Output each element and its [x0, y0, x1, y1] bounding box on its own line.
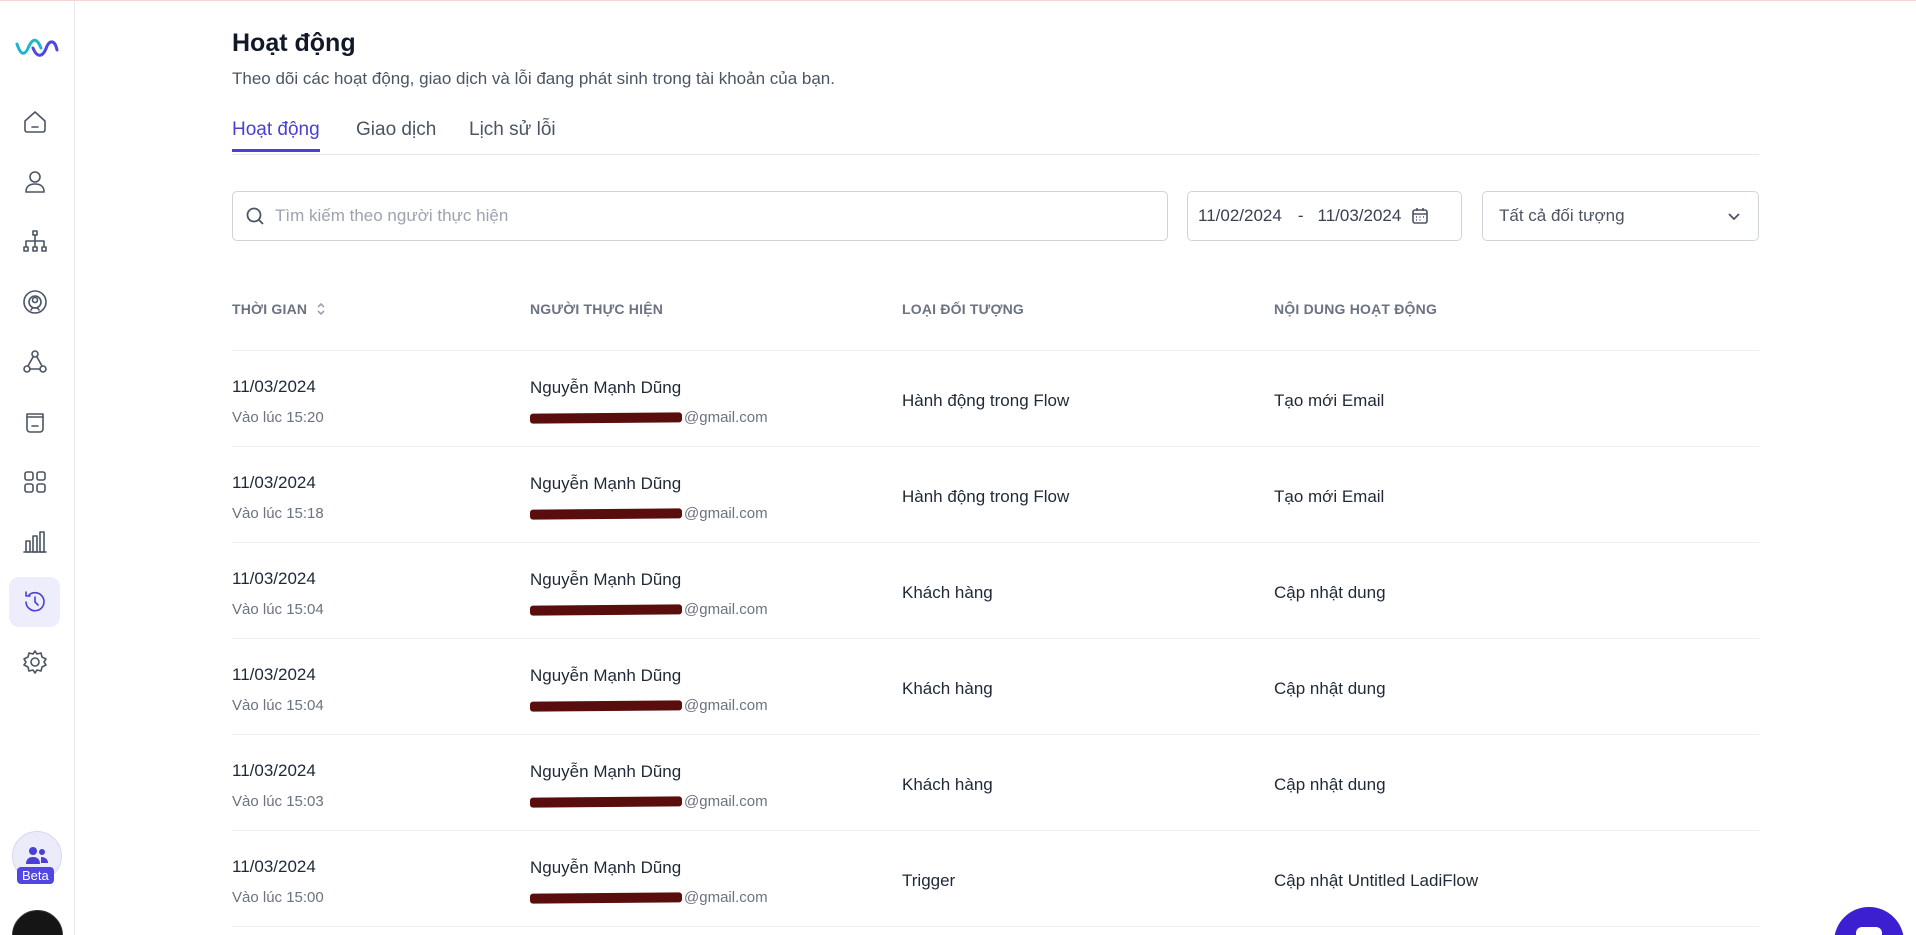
row-actor-name: Nguyễn Mạnh Dũng [530, 666, 682, 685]
sidebar-item-reports[interactable] [9, 517, 60, 567]
row-content: Cập nhật dung [1274, 583, 1386, 602]
row-date: 11/03/2024 [232, 857, 316, 876]
row-actor-email: @gmail.com [529, 793, 768, 810]
tab-bar: Hoạt động Giao dịch Lịch sử lỗi [232, 119, 1759, 155]
box-icon [25, 413, 44, 433]
sidebar-item-settings[interactable] [9, 637, 60, 687]
row-content: Cập nhật Untitled LadiFlow [1274, 871, 1479, 890]
row-actor-name: Nguyễn Mạnh Dũng [530, 378, 682, 397]
page-subtitle: Theo dõi các hoạt động, giao dịch và lỗi… [232, 69, 835, 88]
row-actor-email: @gmail.com [529, 409, 768, 426]
object-type-select[interactable]: Tất cả đối tượng [1482, 191, 1759, 241]
date-separator: - [1297, 206, 1304, 225]
row-content: Tạo mới Email [1274, 391, 1385, 410]
tab-transactions[interactable]: Giao dịch [356, 119, 436, 149]
column-header-content: NỘI DUNG HOẠT ĐỘNG [1274, 301, 1438, 317]
column-header-actor: NGƯỜI THỰC HIỆN [530, 301, 664, 317]
row-actor-name: Nguyễn Mạnh Dũng [530, 474, 682, 493]
redaction-mark [529, 508, 683, 520]
sidebar-item-broadcast[interactable] [9, 277, 60, 327]
beta-feature-button[interactable]: Beta [12, 831, 64, 884]
activity-table: THỜI GIAN NGƯỜI THỰC HIỆN LOẠI ĐỐI TƯỢNG… [232, 291, 1759, 927]
app-logo[interactable] [15, 36, 59, 60]
column-header-time[interactable]: THỜI GIAN [232, 301, 327, 317]
row-object-type: Hành động trong Flow [902, 487, 1070, 506]
sidebar-item-home[interactable] [9, 97, 60, 147]
redaction-mark [529, 796, 683, 808]
redaction-mark [529, 604, 683, 616]
redaction-mark [529, 412, 683, 424]
row-date: 11/03/2024 [232, 569, 316, 588]
row-object-type: Trigger [902, 871, 956, 890]
row-object-type: Khách hàng [902, 583, 993, 602]
row-time: Vào lúc 15:00 [232, 889, 324, 906]
column-header-object-type: LOẠI ĐỐI TƯỢNG [902, 301, 1025, 317]
chat-widget-button[interactable] [1834, 907, 1904, 935]
row-actor-name: Nguyễn Mạnh Dũng [530, 570, 682, 589]
search-input[interactable] [275, 206, 1135, 226]
grid-icon [23, 471, 46, 493]
chevron-down-icon [1728, 213, 1740, 221]
row-actor-name: Nguyễn Mạnh Dũng [530, 858, 682, 877]
row-date: 11/03/2024 [232, 377, 316, 396]
object-type-value: Tất cả đối tượng [1499, 206, 1625, 225]
gear-icon [22, 650, 47, 674]
row-object-type: Khách hàng [902, 775, 993, 794]
row-actor-email: @gmail.com [529, 505, 768, 522]
row-content: Cập nhật dung [1274, 679, 1386, 698]
row-date: 11/03/2024 [232, 665, 316, 684]
row-actor-email: @gmail.com [529, 697, 768, 714]
search-icon [246, 207, 264, 225]
page-title: Hoạt động [232, 29, 356, 57]
row-content: Cập nhật dung [1274, 775, 1386, 794]
row-actor-email: @gmail.com [529, 889, 768, 906]
calendar-icon [1412, 208, 1429, 224]
sidebar-item-activity[interactable] [9, 577, 60, 627]
sidebar-item-storage[interactable] [9, 397, 60, 447]
sidebar-item-contacts[interactable] [9, 157, 60, 207]
beta-badge: Beta [17, 867, 54, 884]
row-actor-email: @gmail.com [529, 601, 768, 618]
row-time: Vào lúc 15:04 [232, 601, 324, 618]
redaction-mark [529, 700, 683, 712]
tab-error-history[interactable]: Lịch sử lỗi [469, 119, 556, 149]
date-to: 11/03/2024 [1317, 206, 1402, 225]
row-date: 11/03/2024 [232, 473, 316, 492]
row-object-type: Khách hàng [902, 679, 993, 698]
bar-chart-icon [22, 531, 47, 553]
row-time: Vào lúc 15:04 [232, 697, 324, 714]
history-icon [24, 591, 45, 612]
row-time: Vào lúc 15:03 [232, 793, 324, 810]
table-header: THỜI GIAN NGƯỜI THỰC HIỆN LOẠI ĐỐI TƯỢNG… [232, 291, 1759, 351]
table-row[interactable]: 11/03/2024 Vào lúc 15:00 Nguyễn Mạnh Dũn… [232, 831, 1759, 927]
user-icon [24, 171, 45, 193]
team-icon [26, 847, 48, 864]
avatar[interactable] [12, 910, 63, 935]
date-from: 11/02/2024 [1198, 206, 1282, 225]
row-time: Vào lúc 15:18 [232, 505, 324, 522]
redaction-mark [529, 892, 683, 904]
row-object-type: Hành động trong Flow [902, 391, 1070, 410]
table-row[interactable]: 11/03/2024 Vào lúc 15:04 Nguyễn Mạnh Dũn… [232, 543, 1759, 639]
sitemap-icon [22, 230, 47, 252]
nodes-icon [22, 350, 47, 373]
row-actor-name: Nguyễn Mạnh Dũng [530, 762, 682, 781]
tab-activity[interactable]: Hoạt động [232, 119, 320, 152]
sidebar-item-apps[interactable] [9, 457, 60, 507]
sort-icon [317, 302, 325, 316]
sidebar: Beta [0, 1, 75, 935]
row-date: 11/03/2024 [232, 761, 316, 780]
broadcast-icon [22, 290, 47, 314]
table-row[interactable]: 11/03/2024 Vào lúc 15:04 Nguyễn Mạnh Dũn… [232, 639, 1759, 735]
search-box [232, 191, 1168, 241]
table-row[interactable]: 11/03/2024 Vào lúc 15:18 Nguyễn Mạnh Dũn… [232, 447, 1759, 543]
row-content: Tạo mới Email [1274, 487, 1385, 506]
table-row[interactable]: 11/03/2024 Vào lúc 15:03 Nguyễn Mạnh Dũn… [232, 735, 1759, 831]
home-icon [23, 111, 46, 133]
date-range-picker[interactable]: 11/02/2024 - 11/03/2024 [1187, 191, 1462, 241]
sidebar-item-integrations[interactable] [9, 337, 60, 387]
sidebar-item-flow[interactable] [9, 217, 60, 267]
table-row[interactable]: 11/03/2024 Vào lúc 15:20 Nguyễn Mạnh Dũn… [232, 351, 1759, 447]
row-time: Vào lúc 15:20 [232, 409, 324, 426]
